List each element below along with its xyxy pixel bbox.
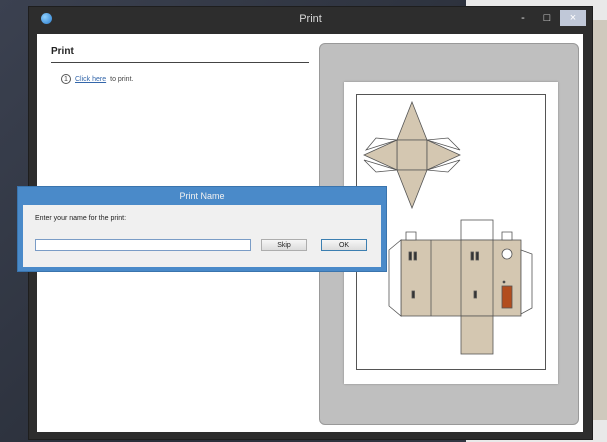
window-title: Print <box>299 13 322 25</box>
roof-panel-bottom <box>396 169 428 210</box>
step-text: to print. <box>110 75 134 83</box>
app-icon <box>41 13 52 24</box>
clock-icon <box>501 248 513 260</box>
name-prompt: Enter your name for the print: <box>35 215 127 222</box>
small-tab-1 <box>405 231 417 241</box>
house-side-tab <box>388 239 402 317</box>
dialog-body: Enter your name for the print: Skip OK <box>23 205 381 267</box>
roof-panel-center <box>396 139 428 171</box>
window-left-1 <box>408 251 412 261</box>
roof-panel-top <box>396 100 428 141</box>
minimize-icon[interactable]: - <box>512 10 534 26</box>
print-step: 1 Click here to print. <box>61 74 133 84</box>
ok-button[interactable]: OK <box>321 239 367 251</box>
house-end-tab <box>520 249 533 315</box>
window-titlebar[interactable]: Print - □ × <box>29 7 592 31</box>
small-tab-2 <box>501 231 513 241</box>
dialog-title: Print Name <box>179 191 225 201</box>
maximize-icon[interactable]: □ <box>536 10 558 26</box>
window-mid-1 <box>470 251 474 261</box>
panel-title: Print <box>51 46 74 57</box>
door-light <box>502 280 506 284</box>
window-low-mid <box>473 290 477 299</box>
step-number-icon: 1 <box>61 74 71 84</box>
window-controls: - □ × <box>512 10 586 26</box>
house-top-flap <box>460 219 494 241</box>
print-name-dialog: Print Name Enter your name for the print… <box>17 186 387 272</box>
name-input[interactable] <box>35 239 251 251</box>
window-left-2 <box>413 251 417 261</box>
house-floor <box>460 315 494 355</box>
title-divider <box>51 62 309 63</box>
door <box>501 285 513 309</box>
click-here-link[interactable]: Click here <box>75 76 106 83</box>
close-icon[interactable]: × <box>560 10 586 26</box>
window-mid-2 <box>475 251 479 261</box>
window-low-left <box>411 290 415 299</box>
skip-button[interactable]: Skip <box>261 239 307 251</box>
